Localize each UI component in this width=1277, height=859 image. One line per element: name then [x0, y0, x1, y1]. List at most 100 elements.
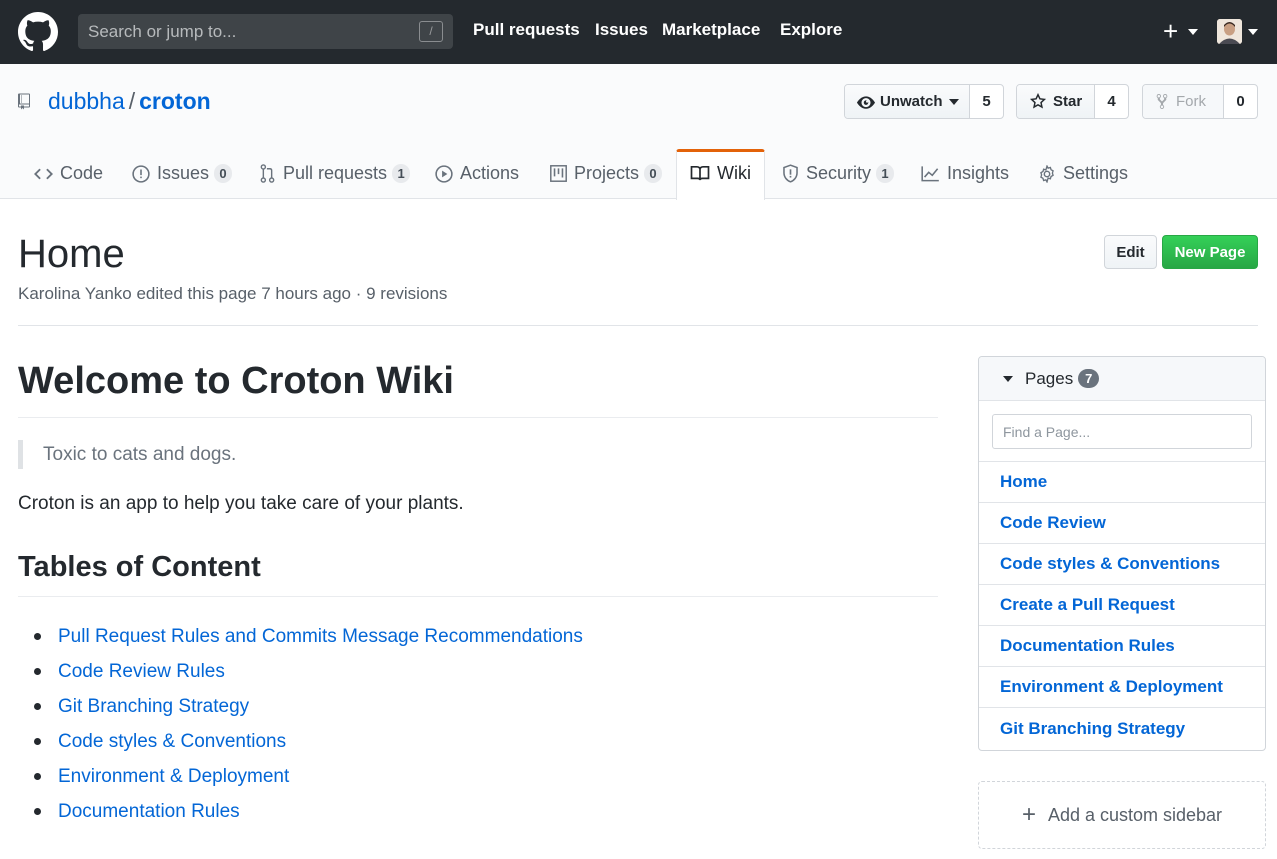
issue-icon [132, 164, 150, 183]
list-item: Git Branching Strategy [34, 689, 583, 724]
tab-actions[interactable]: Actions [435, 163, 519, 184]
user-menu-caret-icon[interactable] [1248, 29, 1258, 35]
tab-insights[interactable]: Insights [921, 163, 1009, 184]
toc-link[interactable]: Documentation Rules [58, 801, 240, 823]
pages-sidebar: Pages 7 Home Code Review Code styles & C… [978, 356, 1266, 751]
bullet-icon [34, 808, 41, 815]
sidebar-page-link[interactable]: Documentation Rules [979, 626, 1265, 667]
find-page-input[interactable] [992, 414, 1252, 449]
list-item: Code styles & Conventions [34, 724, 583, 759]
toc-link[interactable]: Git Branching Strategy [58, 696, 249, 718]
search-shortcut-key: / [419, 21, 443, 42]
bullet-icon [34, 633, 41, 640]
sidebar-page-link[interactable]: Git Branching Strategy [979, 708, 1265, 749]
gear-icon [1038, 164, 1056, 183]
add-custom-sidebar-label: Add a custom sidebar [1047, 804, 1223, 825]
global-search: / [78, 14, 453, 49]
tab-settings[interactable]: Settings [1038, 163, 1128, 184]
new-page-button[interactable]: New Page [1162, 235, 1258, 269]
page-edit-meta[interactable]: Karolina Yanko edited this page 7 hours … [18, 284, 447, 304]
sidebar-page-link[interactable]: Environment & Deployment [979, 667, 1265, 708]
tab-security[interactable]: Security 1 [782, 163, 895, 184]
tab-label: Pull requests [283, 163, 388, 183]
toc-link[interactable]: Code styles & Conventions [58, 731, 286, 753]
pages-toggle[interactable]: Pages 7 [979, 357, 1265, 401]
tab-label: Issues [157, 163, 210, 183]
star-count[interactable]: 4 [1095, 85, 1128, 118]
fork-icon [1155, 93, 1169, 110]
star-label: Star [1053, 93, 1083, 110]
github-logo-icon[interactable] [18, 12, 58, 52]
wiki-heading: Welcome to Croton Wiki [18, 360, 454, 402]
pages-label: Pages [1025, 368, 1074, 388]
graph-icon [921, 165, 940, 182]
toc-link[interactable]: Environment & Deployment [58, 766, 289, 788]
tab-issues[interactable]: Issues 0 [132, 163, 233, 184]
page-title: Home [18, 232, 125, 276]
search-input[interactable] [88, 22, 408, 42]
projects-counter: 0 [644, 164, 663, 183]
pull-request-icon [259, 164, 276, 183]
tab-pull-requests[interactable]: Pull requests 1 [259, 163, 411, 184]
nav-issues[interactable]: Issues [595, 20, 648, 40]
bullet-icon [34, 773, 41, 780]
create-new-plus-icon[interactable]: + [1163, 17, 1178, 45]
list-item: Documentation Rules [34, 794, 583, 829]
fork-button[interactable]: Fork [1143, 85, 1224, 118]
star-icon [1029, 92, 1047, 111]
play-icon [435, 164, 453, 183]
add-custom-sidebar-button[interactable]: + Add a custom sidebar [978, 781, 1266, 849]
tab-wiki[interactable]: Wiki [690, 163, 751, 184]
repo-title: dubbha / croton [48, 88, 211, 115]
repo-name-link[interactable]: croton [139, 88, 211, 114]
sidebar-page-link[interactable]: Code Review [979, 503, 1265, 544]
divider [18, 417, 938, 418]
nav-explore[interactable]: Explore [780, 20, 842, 40]
toc-link[interactable]: Code Review Rules [58, 661, 225, 683]
toc-list: Pull Request Rules and Commits Message R… [34, 619, 583, 829]
list-item: Environment & Deployment [34, 759, 583, 794]
code-icon [34, 167, 53, 181]
watch-count[interactable]: 5 [970, 85, 1003, 118]
sidebar-page-link[interactable]: Home [979, 462, 1265, 503]
tab-code[interactable]: Code [34, 163, 103, 184]
nav-pull-requests[interactable]: Pull requests [473, 20, 580, 40]
create-new-caret-icon[interactable] [1188, 29, 1198, 35]
plus-icon: + [1021, 801, 1036, 828]
tab-label: Security [806, 163, 872, 183]
toc-link[interactable]: Pull Request Rules and Commits Message R… [58, 626, 583, 648]
bullet-icon [34, 703, 41, 710]
issues-counter: 0 [214, 164, 233, 183]
unwatch-label: Unwatch [880, 93, 943, 110]
repo-icon [18, 93, 30, 113]
project-icon [550, 165, 567, 182]
shield-icon [782, 164, 799, 183]
fork-count[interactable]: 0 [1224, 85, 1257, 118]
tab-label: Settings [1063, 163, 1129, 183]
fork-label: Fork [1176, 93, 1206, 110]
tab-label: Code [60, 163, 104, 183]
sidebar-page-link[interactable]: Create a Pull Request [979, 585, 1265, 626]
find-page-wrapper [979, 401, 1265, 462]
tab-label: Projects [574, 163, 640, 183]
bullet-icon [34, 738, 41, 745]
star-button-group: Star 4 [1016, 84, 1129, 119]
tab-label: Wiki [717, 163, 751, 183]
fork-button-group: Fork 0 [1142, 84, 1258, 119]
tab-label: Insights [947, 163, 1010, 183]
repo-owner-link[interactable]: dubbha [48, 88, 125, 114]
nav-marketplace[interactable]: Marketplace [662, 20, 760, 40]
watch-button-group: Unwatch 5 [844, 84, 1004, 119]
repo-separator: / [128, 88, 136, 114]
avatar[interactable] [1217, 19, 1242, 44]
star-button[interactable]: Star [1017, 85, 1095, 118]
pages-counter: 7 [1078, 369, 1100, 388]
tab-label: Actions [460, 163, 520, 183]
unwatch-button[interactable]: Unwatch [845, 85, 970, 118]
global-header: / Pull requests Issues Marketplace Explo… [0, 0, 1277, 64]
sidebar-page-link[interactable]: Code styles & Conventions [979, 544, 1265, 585]
edit-button[interactable]: Edit [1104, 235, 1157, 269]
tab-projects[interactable]: Projects 0 [550, 163, 663, 184]
list-item: Code Review Rules [34, 654, 583, 689]
security-counter: 1 [876, 164, 895, 183]
